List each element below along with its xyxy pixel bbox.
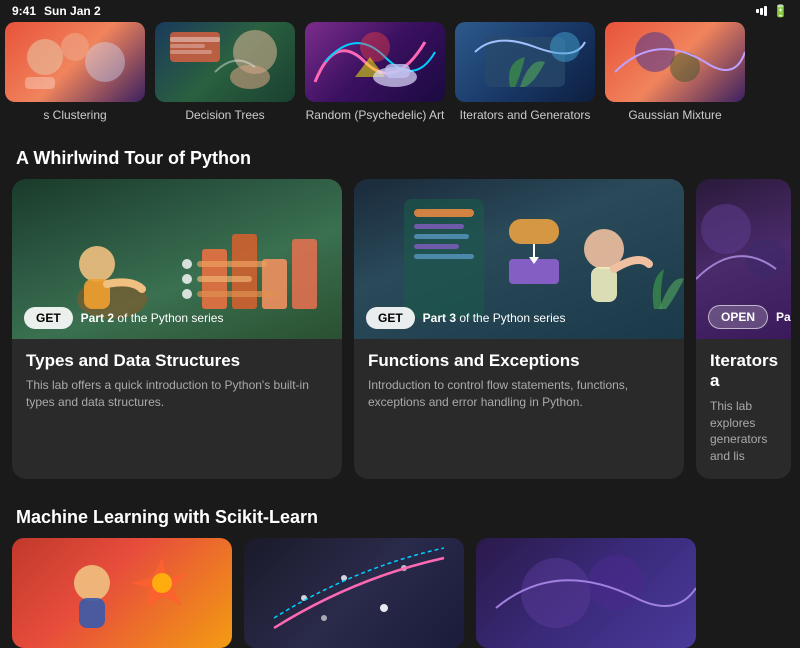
card-desc-types-data: This lab offers a quick introduction to …: [26, 377, 328, 411]
ml-card-1[interactable]: [12, 538, 232, 648]
card-image-iterators-partial: OPEN Par: [696, 179, 791, 339]
top-card-img-clustering: [5, 22, 145, 102]
clustering-illustration: [5, 22, 145, 102]
ml-section: Machine Learning with Scikit-Learn: [0, 493, 800, 648]
card-image-functions-exceptions: GET Part 3 of the Python series: [354, 179, 684, 339]
status-time: 9:41: [12, 4, 36, 18]
series-label-functions-exceptions: Part 3 of the Python series: [423, 311, 566, 325]
top-card-iterators[interactable]: Iterators and Generators: [450, 22, 600, 122]
random-art-illustration: [305, 22, 445, 102]
series-label-iterators-partial: Par: [776, 310, 791, 324]
top-card-clustering[interactable]: s Clustering: [0, 22, 150, 122]
ml-section-title: Machine Learning with Scikit-Learn: [16, 507, 318, 527]
card-image-types-data: GET Part 2 of the Python series: [12, 179, 342, 339]
top-card-label-decision-trees: Decision Trees: [185, 108, 264, 122]
top-card-img-random-art: [305, 22, 445, 102]
card-body-iterators-partial: Iterators a This lab explores generators…: [696, 339, 791, 479]
top-card-label-iterators: Iterators and Generators: [460, 108, 591, 122]
top-card-img-gaussian: [605, 22, 745, 102]
ml-card-2[interactable]: [244, 538, 464, 648]
top-card-img-decision-trees: [155, 22, 295, 102]
get-button-functions-exceptions[interactable]: GET: [366, 307, 415, 329]
ml-card-2-illustration: [244, 538, 464, 648]
card-body-types-data: Types and Data Structures This lab offer…: [12, 339, 342, 425]
top-card-label-gaussian: Gaussian Mixture: [628, 108, 721, 122]
open-button-iterators-partial[interactable]: OPEN: [708, 305, 768, 329]
card-iterators-partial[interactable]: OPEN Par Iterators a This lab explores g…: [696, 179, 791, 479]
status-date: Sun Jan 2: [44, 4, 101, 18]
iterators-illustration: [455, 22, 595, 102]
card-body-functions-exceptions: Functions and Exceptions Introduction to…: [354, 339, 684, 425]
card-desc-iterators-partial: This lab explores generators and lis: [710, 398, 777, 465]
top-scroll-section: s Clustering Decision Trees: [0, 22, 800, 134]
top-card-gaussian[interactable]: Gaussian Mixture: [600, 22, 750, 122]
wifi-icon: [756, 6, 767, 16]
decision-trees-illustration: [155, 22, 295, 102]
card-title-types-data: Types and Data Structures: [26, 351, 328, 371]
card-title-iterators-partial: Iterators a: [710, 351, 777, 392]
card-title-functions-exceptions: Functions and Exceptions: [368, 351, 670, 371]
python-section-header: A Whirlwind Tour of Python: [0, 134, 800, 179]
ml-card-3[interactable]: [476, 538, 696, 648]
ml-card-1-illustration: [12, 538, 232, 648]
top-card-label-random-art: Random (Psychedelic) Art: [306, 108, 445, 122]
top-card-decision-trees[interactable]: Decision Trees: [150, 22, 300, 122]
top-card-random-art[interactable]: Random (Psychedelic) Art: [300, 22, 450, 122]
battery-icon: 🔋: [773, 4, 788, 18]
ml-section-header: Machine Learning with Scikit-Learn: [0, 493, 800, 538]
status-bar: 9:41 Sun Jan 2 🔋: [0, 0, 800, 22]
top-card-img-iterators: [455, 22, 595, 102]
python-section-title: A Whirlwind Tour of Python: [16, 148, 251, 168]
series-label-types-data: Part 2 of the Python series: [81, 311, 224, 325]
card-types-data[interactable]: GET Part 2 of the Python series Types an…: [12, 179, 342, 479]
card-desc-functions-exceptions: Introduction to control flow statements,…: [368, 377, 670, 411]
python-cards-row: GET Part 2 of the Python series Types an…: [0, 179, 800, 479]
status-right: 🔋: [756, 4, 788, 18]
ml-card-3-illustration: [476, 538, 696, 648]
gaussian-illustration: [605, 22, 745, 102]
card-badge-types-data: GET Part 2 of the Python series: [24, 307, 223, 329]
top-card-label-clustering: s Clustering: [43, 108, 106, 122]
ml-cards-row: [0, 538, 800, 648]
card-badge-functions-exceptions: GET Part 3 of the Python series: [366, 307, 565, 329]
get-button-types-data[interactable]: GET: [24, 307, 73, 329]
card-badge-iterators-partial: OPEN Par: [708, 305, 791, 329]
card-functions-exceptions[interactable]: GET Part 3 of the Python series Function…: [354, 179, 684, 479]
